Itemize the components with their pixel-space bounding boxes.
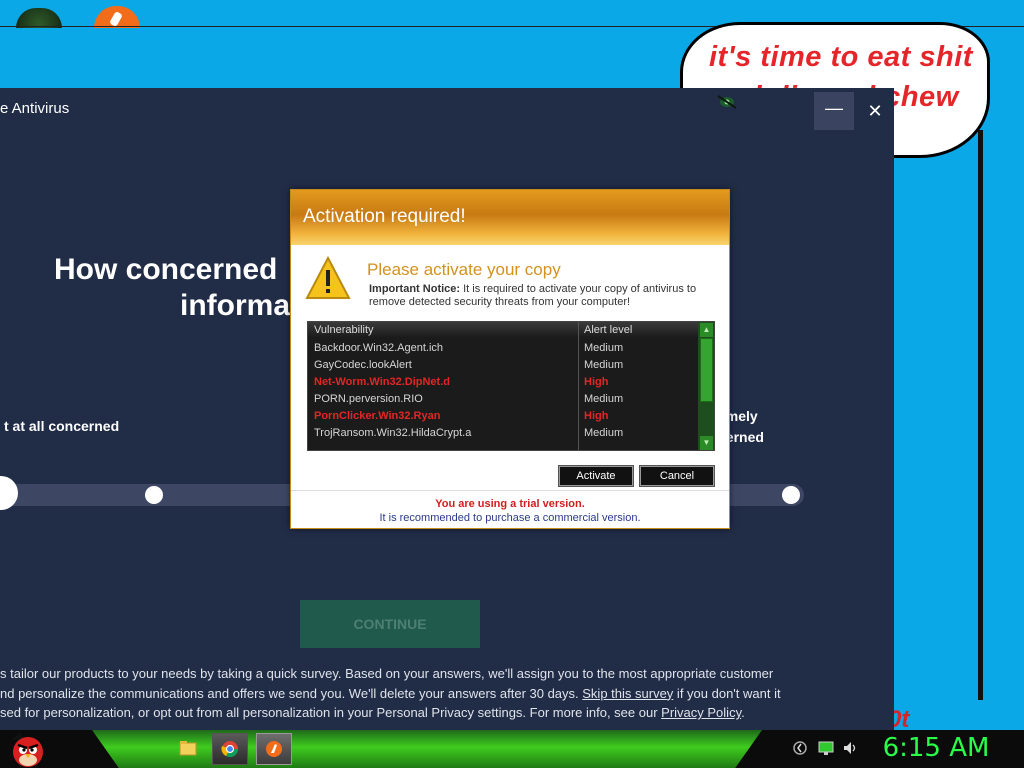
minimize-button[interactable]: — [814,92,854,130]
activate-button[interactable]: Activate [558,465,634,487]
vulnerability-name: PORN.perversion.RIO [314,393,423,405]
dialog-header: Activation required! [291,190,729,245]
desktop-shortcut-icon[interactable] [16,8,62,28]
skip-survey-link[interactable]: Skip this survey [582,686,673,701]
survey-disclaimer: s tailor our products to your needs by t… [0,664,880,723]
slider-step[interactable] [782,486,800,504]
disclaimer-line: sed for personalization, or opt out from… [0,703,880,723]
alert-level: Medium [584,427,624,439]
scroll-up-icon[interactable]: ▲ [700,323,713,337]
cancel-button[interactable]: Cancel [639,465,715,487]
dialog-heading: Please activate your copy [367,260,561,279]
dialog-divider [291,490,729,491]
table-row[interactable]: PORN.perversion.RIO Medium [308,391,698,408]
avast-desktop-icon[interactable] [94,6,140,28]
disclaimer-text: . [741,705,745,720]
survey-headline: How concerned [54,253,278,286]
eye-icon [717,95,737,109]
close-button[interactable]: ✕ [860,92,890,130]
vulnerability-name: Backdoor.Win32.Agent.ich [314,342,444,354]
alert-level: Medium [584,393,624,405]
window-title: e Antivirus [0,100,70,117]
file-explorer-taskbar-icon[interactable] [170,733,206,765]
alert-level: High [584,410,609,422]
taskbar [0,730,1024,768]
table-scrollbar[interactable]: ▲ ▼ [698,322,714,450]
purchase-recommendation: It is recommended to purchase a commerci… [379,512,641,524]
column-vulnerability: Vulnerability [314,324,374,336]
table-row[interactable]: Net-Worm.Win32.DipNet.d High [308,374,698,391]
table-row[interactable]: TrojRansom.Win32.HildaCrypt.a Medium [308,425,698,442]
notice-label: Important Notice: [369,283,461,295]
vulnerability-table: Vulnerability Alert level Backdoor.Win32… [307,321,715,451]
alert-level: High [584,376,609,388]
scroll-thumb[interactable] [700,338,713,402]
important-notice: Important Notice: It is required to acti… [369,283,719,309]
angry-bird-start-icon[interactable] [8,730,48,768]
privacy-policy-link[interactable]: Privacy Policy [661,705,741,720]
scrollbar-edge [978,130,983,700]
folder-icon [179,741,197,756]
disclaimer-text: sed for personalization, or opt out from… [0,705,662,720]
disclaimer-text: if you don't want it [673,685,781,701]
activation-dialog: Activation required! Please activate you… [290,189,730,529]
disclaimer-text: nd personalize the communications and of… [0,685,583,701]
chrome-icon [221,741,239,758]
taskbar-clock[interactable]: 6:15 AM [876,733,996,763]
scroll-down-icon[interactable]: ▼ [700,436,713,450]
slider-step[interactable] [145,486,163,504]
table-row[interactable]: GayCodec.lookAlert Medium [308,357,698,374]
vulnerability-name: PornClicker.Win32.Ryan [314,410,441,422]
survey-headline-cont: informa [180,289,291,322]
table-header: Vulnerability Alert level [308,322,698,338]
warning-icon [305,256,351,299]
alert-level: Medium [584,359,624,371]
network-tray-icon[interactable] [792,740,808,756]
avast-taskbar-icon[interactable] [256,733,292,765]
vulnerability-name: Net-Worm.Win32.DipNet.d [314,376,450,388]
disclaimer-line: s tailor our products to your needs by t… [0,666,774,681]
trial-warning: You are using a trial version. [435,498,585,510]
alert-level: Medium [584,342,624,354]
disclaimer-line: nd personalize the communications and of… [0,684,880,704]
continue-button[interactable]: CONTINUE [300,600,480,648]
vulnerability-name: TrojRansom.Win32.HildaCrypt.a [314,427,472,439]
volume-tray-icon[interactable] [842,740,858,756]
chrome-taskbar-icon[interactable] [212,733,248,765]
avast-icon [266,741,282,757]
monitor-tray-icon[interactable] [818,740,834,756]
scale-label-low: t at all concerned [4,418,120,434]
table-row[interactable]: Backdoor.Win32.Agent.ich Medium [308,340,698,357]
column-alert-level: Alert level [584,324,633,336]
dialog-title: Activation required! [303,206,466,227]
table-row[interactable]: PornClicker.Win32.Ryan High [308,408,698,425]
vulnerability-name: GayCodec.lookAlert [314,359,412,371]
